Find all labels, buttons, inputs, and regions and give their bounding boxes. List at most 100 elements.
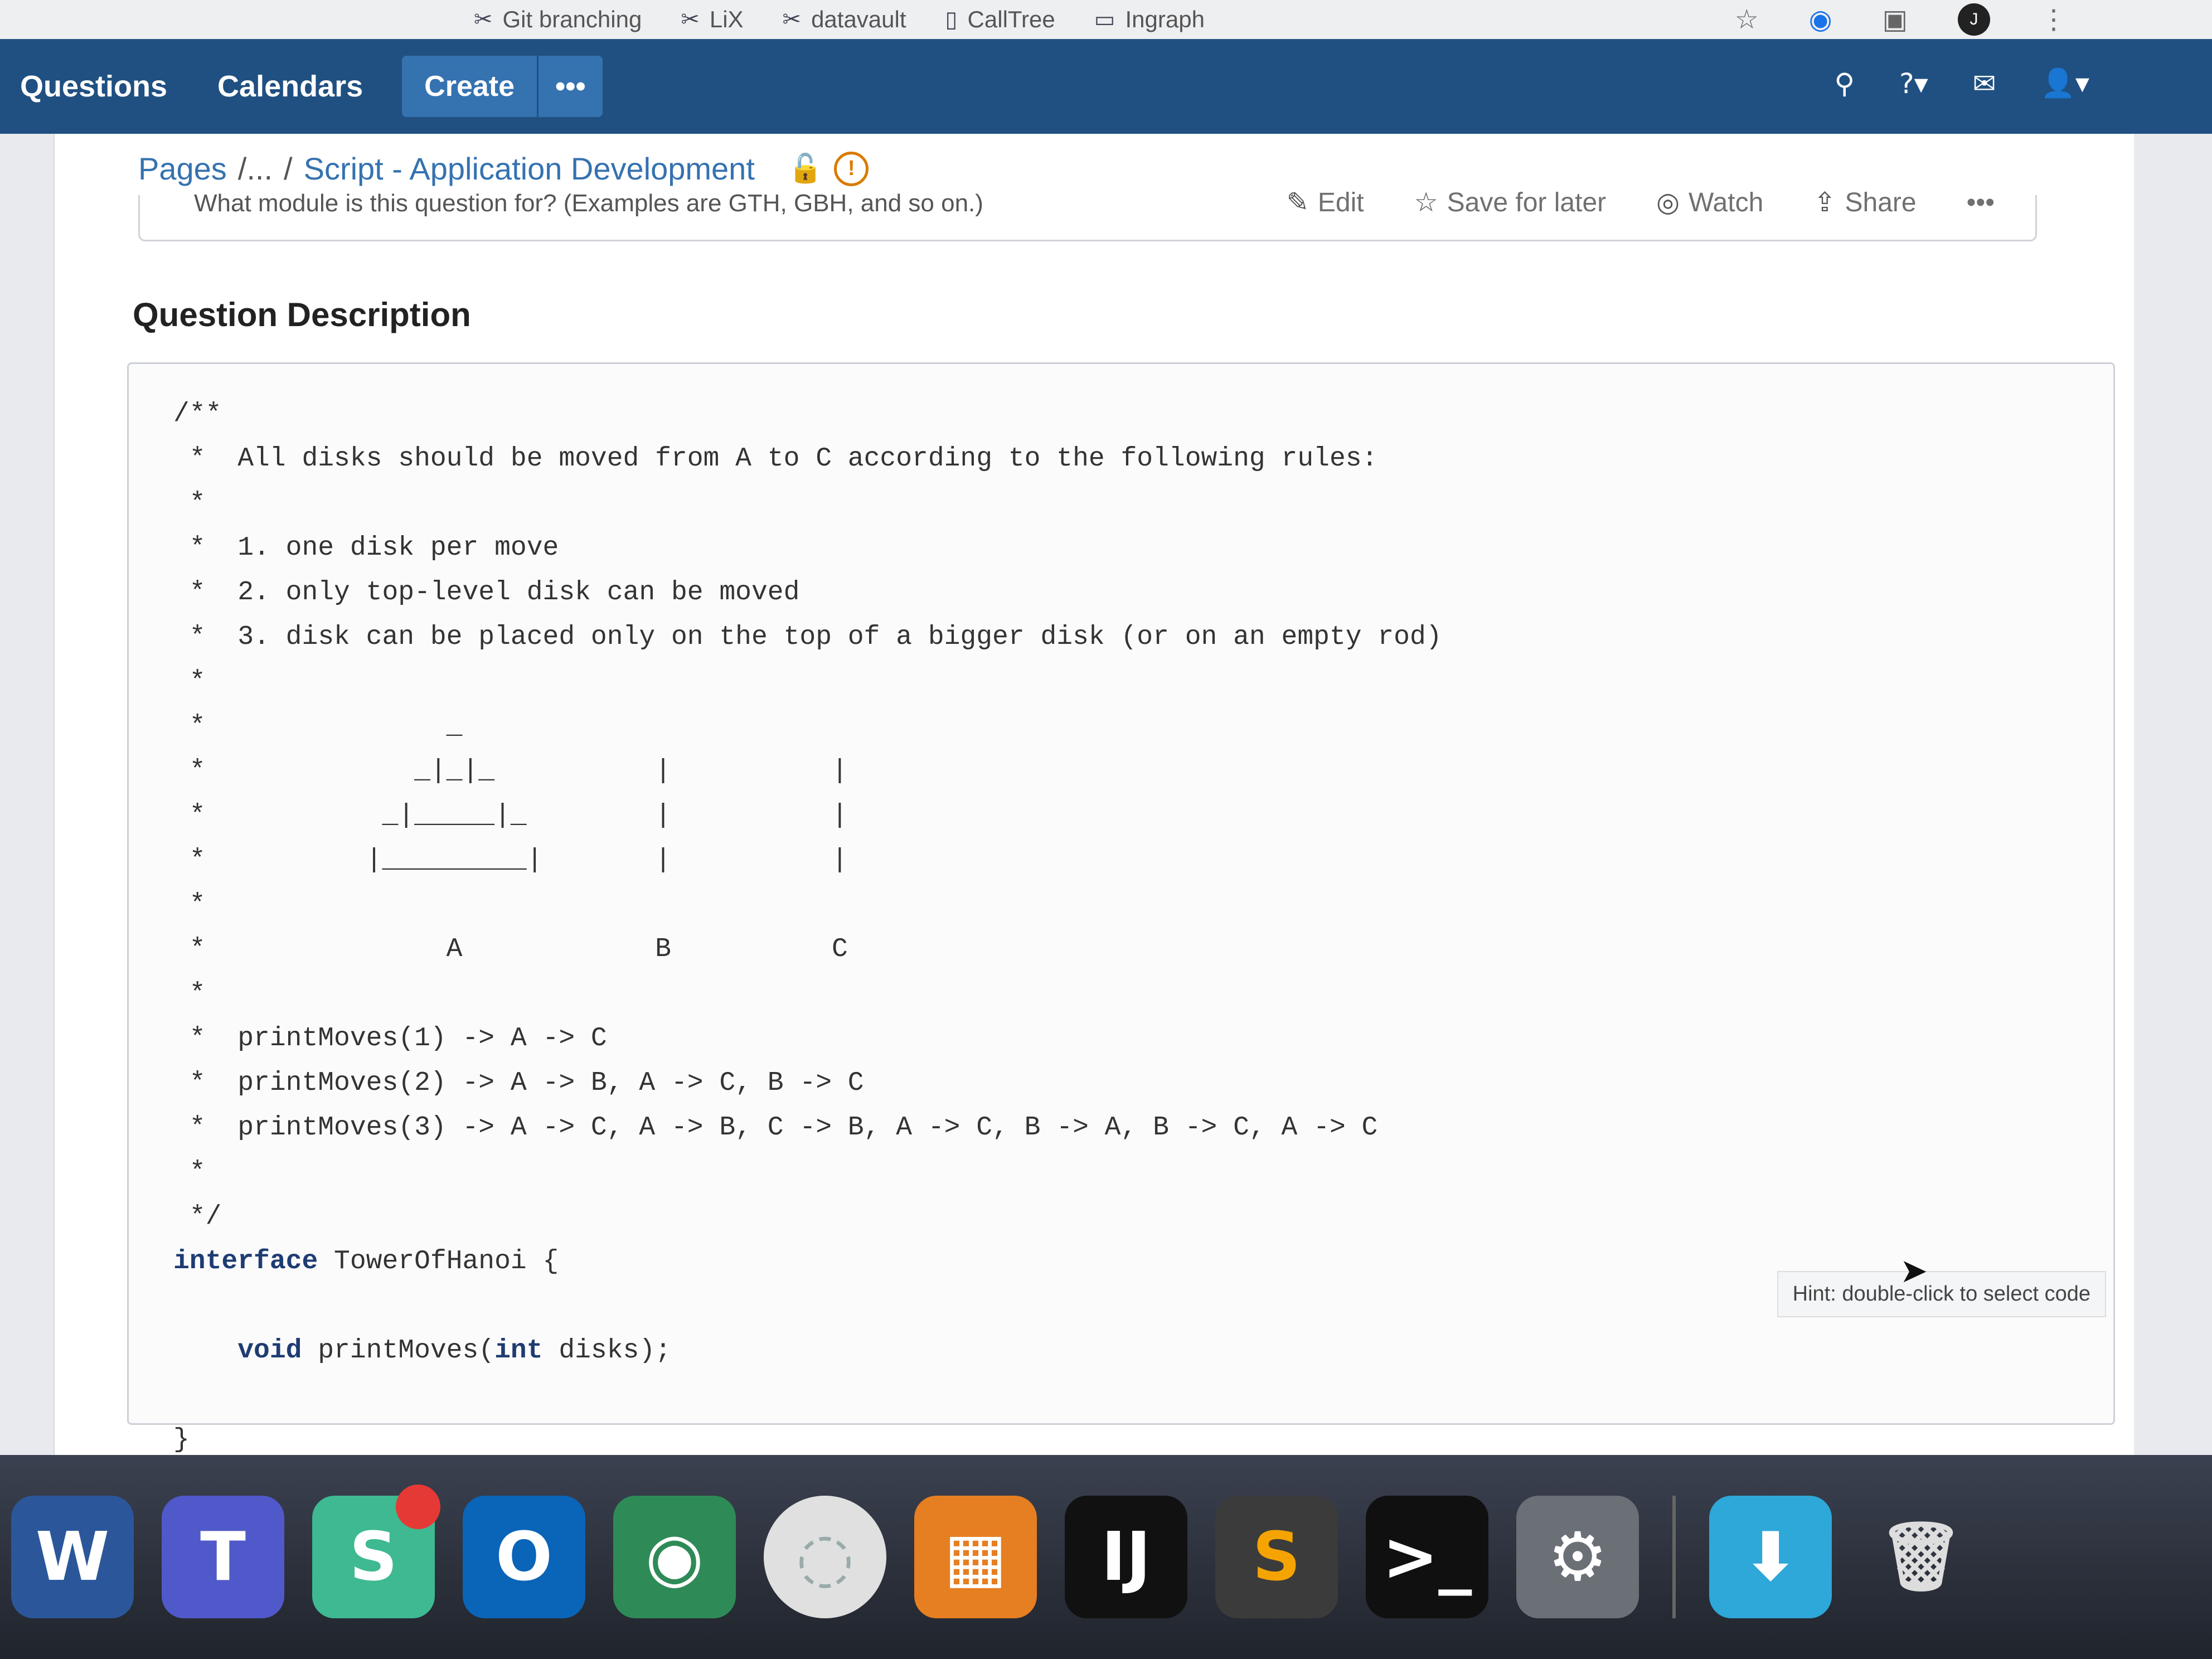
terminal-icon[interactable]: >_ [1366,1496,1488,1618]
folder-icon: ▭ [1094,7,1115,32]
code-comment-line: * 3. disk can be placed only on the top … [189,622,1442,652]
wifi-icon[interactable]: ◌ [764,1496,886,1618]
code-comment-line: * 2. only top-level disk can be moved [189,578,800,608]
browser-toolbar-right: ☆ ◉ ▣ J ⋮ [1735,3,2067,36]
page-icon: ▯ [945,7,958,32]
code-comment-line: */ [173,1202,222,1232]
system-preferences-icon[interactable]: ⚙ [1516,1496,1639,1618]
code-block[interactable]: /** * All disks should be moved from A t… [127,362,2115,1455]
pencil-icon: ✎ [1286,187,1309,218]
eye-icon: ◎ [1656,187,1680,218]
code-interface-name: TowerOfHanoi { [318,1246,559,1277]
bookmark-label: datavault [811,6,906,32]
trash-icon[interactable]: 🗑 [1860,1496,1982,1618]
code-comment: /** * All disks should be moved from A t… [173,399,1442,1232]
word-icon[interactable]: W [11,1496,134,1618]
sublime-icon[interactable]: S [1215,1496,1338,1618]
code-comment-line: * [189,667,206,697]
save-for-later-label: Save for later [1447,187,1607,217]
app-icon[interactable]: ▦ [914,1496,1037,1618]
code-comment-line: * A B C [189,934,848,964]
bookmark-label: Ingraph [1125,6,1205,32]
unlock-icon[interactable]: 🔓 [788,152,823,185]
downloads-folder-icon[interactable]: ⬇ [1709,1496,1832,1618]
breadcrumb: Pages /... / Script - Application Develo… [138,151,869,187]
code-comment-line: * printMoves(3) -> A -> C, A -> B, C -> … [189,1113,1378,1143]
more-actions-button[interactable]: ••• [1967,187,1995,218]
tools-icon: ✂ [474,7,493,32]
vpn-icon[interactable]: ◉ [613,1496,736,1618]
bookmark-lix[interactable]: ✂ LiX [681,6,743,33]
outlook-icon[interactable]: O [463,1496,585,1618]
extension-icon[interactable]: ◉ [1809,4,1832,35]
intellij-icon[interactable]: IJ [1065,1496,1187,1618]
code-comment-line: * [189,979,206,1009]
code-comment-line: * [189,890,206,920]
code-comment-line: * [189,1157,206,1187]
bookmark-label: LiX [709,6,744,32]
user-icon[interactable]: 👤▾ [2041,67,2089,100]
breadcrumb-ellipsis[interactable]: /... [238,151,273,187]
teams-icon[interactable]: T [162,1496,284,1618]
nav-calendars[interactable]: Calendars [217,69,363,104]
share-icon: ⇪ [1813,187,1836,218]
star-icon[interactable]: ☆ [1735,4,1759,35]
bookmark-calltree[interactable]: ▯ CallTree [945,6,1055,33]
cut-off-question: What module is this question for? (Examp… [194,190,983,217]
hint-tooltip: Hint: double-click to select code [1777,1271,2106,1317]
breadcrumb-current[interactable]: Script - Application Development [304,151,755,187]
save-for-later-button[interactable]: ☆ Save for later [1414,187,1607,218]
code-method: printMoves( [302,1336,495,1366]
more-icon: ••• [1966,187,1995,217]
bookmark-label: CallTree [967,6,1055,32]
app-header: Questions Calendars Create ••• ⚲ ?▾ ✉ 👤▾ [0,39,2212,134]
code-text[interactable]: /** * All disks should be moved from A t… [173,392,1442,1462]
tools-icon: ✂ [681,7,700,32]
dock-separator [1672,1496,1676,1618]
bookmark-datavault[interactable]: ✂ datavault [783,6,906,33]
section-title: Question Description [133,296,471,333]
code-keyword: void [237,1336,302,1366]
mouse-pointer-icon: ➤ [1900,1251,1928,1291]
create-more-button[interactable]: ••• [537,56,603,117]
share-button[interactable]: ⇪ Share [1813,187,1916,218]
bookmark-ingraph[interactable]: ▭ Ingraph [1094,6,1205,33]
nav-questions[interactable]: Questions [20,69,167,104]
page-content: Pages /... / Script - Application Develo… [54,134,2134,1466]
watch-label: Watch [1689,187,1764,217]
code-comment-line: /** [173,399,222,429]
watch-button[interactable]: ◎ Watch [1656,187,1763,218]
page-actions: ✎ Edit ☆ Save for later ◎ Watch ⇪ Share ••• [1287,187,1995,218]
code-comment-line: * printMoves(2) -> A -> B, A -> C, B -> … [189,1068,864,1098]
code-comment-line: * _ [189,711,463,741]
create-button[interactable]: Create [402,70,537,103]
code-comment-line: * printMoves(1) -> A -> C [189,1023,607,1054]
help-icon[interactable]: ?▾ [1899,67,1928,100]
code-keyword: int [494,1336,543,1366]
tools-icon: ✂ [782,7,802,32]
create-group: Create ••• [402,56,603,117]
code-comment-line: * |_________| | | [189,845,848,875]
code-keyword: interface [173,1246,318,1277]
search-icon[interactable]: ⚲ [1834,67,1855,100]
notification-badge [396,1485,440,1529]
warning-icon[interactable]: ! [834,151,869,186]
profile-avatar[interactable]: J [1958,3,1990,36]
code-comment-line: * 1. one disk per move [189,533,559,563]
edit-label: Edit [1317,187,1364,217]
breadcrumb-separator: / [284,151,293,186]
slack-icon[interactable]: S [312,1485,440,1618]
kebab-menu-icon[interactable]: ⋮ [2040,4,2067,35]
breadcrumb-pages[interactable]: Pages [138,151,227,187]
extension-icon[interactable]: ▣ [1883,4,1908,35]
star-icon: ☆ [1414,187,1438,218]
code-close-brace: } [173,1425,190,1455]
bookmark-git-branching[interactable]: ✂ Git branching [474,6,642,33]
dock: W T S O ◉ ◌ ▦ IJ S >_ ⚙ ⬇ 🗑 [0,1455,2212,1659]
code-comment-line: * All disks should be moved from A to C … [189,444,1378,474]
share-label: Share [1845,187,1917,217]
code-comment-line: * [189,488,206,518]
edit-button[interactable]: ✎ Edit [1287,187,1364,218]
notifications-icon[interactable]: ✉ [1973,67,1996,100]
code-comment-line: * _|_|_ | | [189,756,848,786]
